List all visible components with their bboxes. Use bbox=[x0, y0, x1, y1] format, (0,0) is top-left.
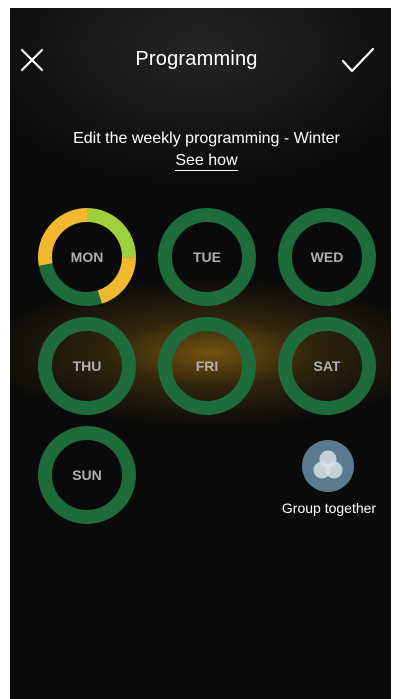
day-label: SAT bbox=[313, 358, 341, 374]
day-ring-sun[interactable]: SUN bbox=[37, 425, 137, 525]
group-together-button[interactable]: Group together bbox=[270, 440, 388, 520]
day-label: MON bbox=[70, 249, 104, 265]
day-ring-sat[interactable]: SAT bbox=[277, 316, 377, 416]
group-together-label: Group together bbox=[281, 500, 377, 516]
day-label: SUN bbox=[72, 467, 102, 483]
day-ring-tue[interactable]: TUE bbox=[157, 207, 257, 307]
day-label: WED bbox=[310, 249, 344, 265]
day-ring-fri[interactable]: FRI bbox=[157, 316, 257, 416]
see-how-link[interactable]: See how bbox=[175, 152, 238, 171]
page-title: Programming bbox=[135, 48, 258, 70]
see-how-wrapper: See how bbox=[0, 152, 393, 171]
checkmark-icon bbox=[341, 47, 375, 73]
day-ring-wed[interactable]: WED bbox=[277, 207, 377, 307]
day-ring-mon[interactable]: MON bbox=[37, 207, 137, 307]
subtitle: Edit the weekly programming - Winter bbox=[73, 130, 340, 147]
day-label: TUE bbox=[193, 249, 221, 265]
day-label: FRI bbox=[195, 358, 219, 374]
day-label: THU bbox=[72, 358, 102, 374]
group-circles-icon bbox=[302, 440, 354, 492]
day-ring-thu[interactable]: THU bbox=[37, 316, 137, 416]
confirm-button[interactable] bbox=[340, 46, 376, 74]
